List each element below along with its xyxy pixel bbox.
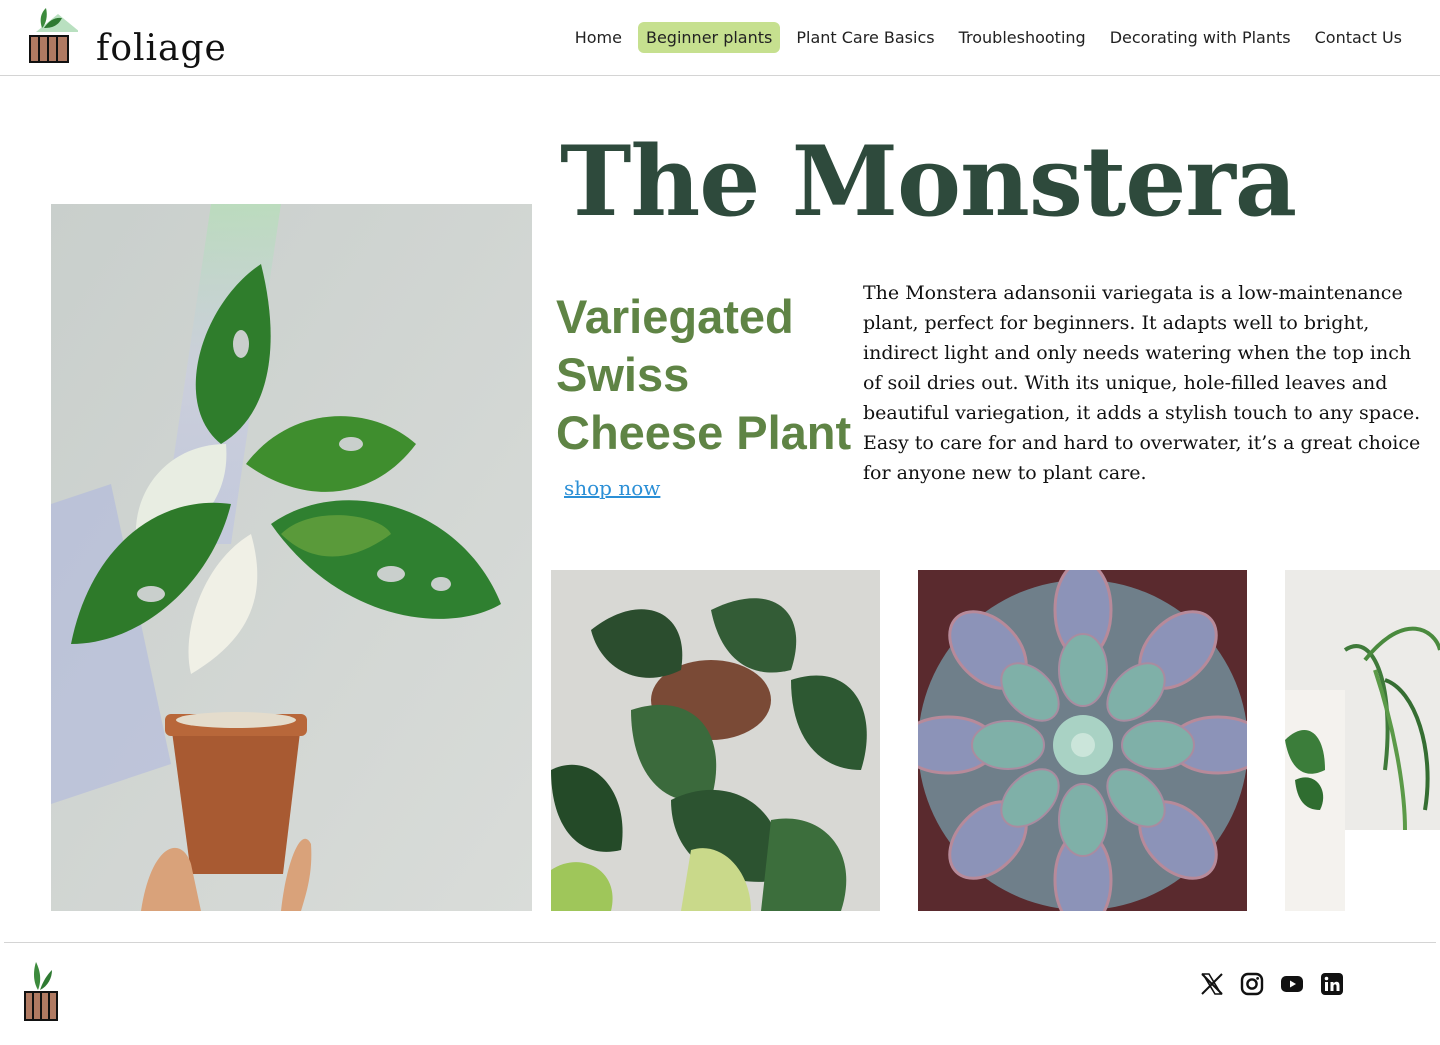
- plant-subtitle: Variegated Swiss Cheese Plant: [556, 290, 852, 459]
- footer-logo[interactable]: [22, 960, 60, 1022]
- monstera-photo: [51, 204, 532, 911]
- nav-item-beginner-plants[interactable]: Beginner plants: [637, 22, 781, 53]
- nav-item-troubleshooting[interactable]: Troubleshooting: [951, 22, 1094, 53]
- linkedin-icon[interactable]: [1320, 972, 1344, 996]
- philodendron-photo: [551, 570, 880, 911]
- social-links: [1200, 972, 1344, 996]
- plant-description: The Monstera adansonii variegata is a lo…: [863, 282, 1421, 484]
- nav-item-decorating[interactable]: Decorating with Plants: [1102, 22, 1299, 53]
- footer-divider: [4, 942, 1436, 943]
- youtube-icon[interactable]: [1280, 972, 1304, 996]
- nav-item-home[interactable]: Home: [567, 22, 630, 53]
- nav-item-contact-us[interactable]: Contact Us: [1307, 22, 1410, 53]
- nav-item-plant-care-basics[interactable]: Plant Care Basics: [788, 22, 942, 53]
- shop-now-link[interactable]: shop now: [564, 476, 660, 500]
- main-nav: Home Beginner plants Plant Care Basics T…: [567, 22, 1410, 53]
- succulent-photo: [918, 570, 1247, 911]
- spider-plant-photo: [1285, 570, 1440, 911]
- plant-pot-logo-icon: [24, 962, 58, 1021]
- site-header: foliage Home Beginner plants Plant Care …: [0, 0, 1440, 76]
- plant-pot-logo-icon: [29, 8, 78, 63]
- page-title: The Monstera: [560, 125, 1297, 238]
- instagram-icon[interactable]: [1240, 972, 1264, 996]
- x-icon[interactable]: [1200, 972, 1224, 996]
- brand-wordmark: foliage: [96, 28, 227, 69]
- brand-logo[interactable]: foliage: [28, 6, 226, 74]
